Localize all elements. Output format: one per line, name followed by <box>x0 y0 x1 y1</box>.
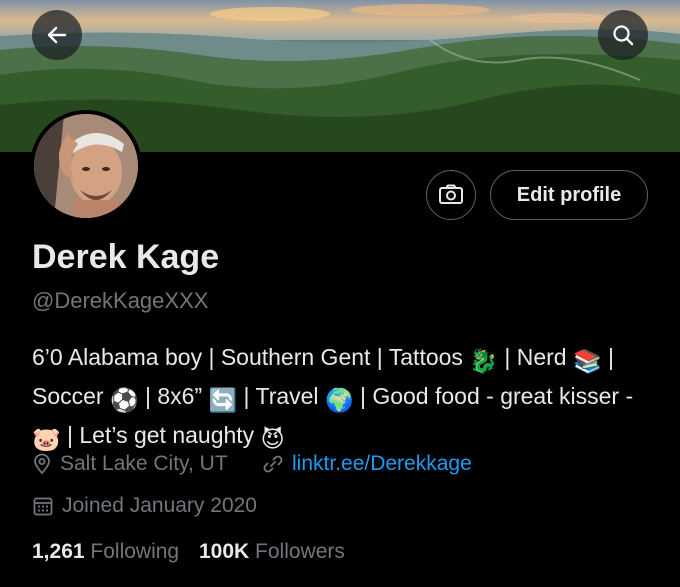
bio-text: | Nerd <box>497 344 573 370</box>
bio-text: | Travel <box>237 383 325 409</box>
followers-label: Followers <box>255 540 345 563</box>
globe-emoji: 🌍 <box>324 387 354 413</box>
following-link[interactable]: 1,261 Following <box>32 540 179 563</box>
location-text: Salt Lake City, UT <box>60 452 228 475</box>
follow-stats: 1,261 Following 100K Followers <box>32 540 345 564</box>
edit-profile-button[interactable]: Edit profile <box>490 170 648 220</box>
bio-text: | Good food - great kisser - <box>353 383 634 409</box>
repeat-emoji: 🔄 <box>208 387 238 413</box>
followers-count: 100K <box>198 540 250 563</box>
camera-icon <box>439 184 463 204</box>
calendar-icon <box>33 497 53 516</box>
dragon-emoji: 🐉 <box>469 348 498 374</box>
edit-profile-label: Edit profile <box>516 183 622 206</box>
camera-button[interactable] <box>426 170 476 220</box>
display-name: Derek Kage <box>32 238 220 276</box>
avatar[interactable] <box>30 110 142 222</box>
followers-link[interactable]: 100K Followers <box>199 540 345 563</box>
soccer-ball-emoji: ⚽ <box>109 387 139 413</box>
bio-text: 6’0 Alabama boy | Southern Gent | Tattoo… <box>32 344 470 370</box>
website[interactable]: linktr.ee/Derekkage <box>262 452 472 476</box>
bio-text: | 8x6” <box>138 383 209 409</box>
following-count: 1,261 <box>32 540 85 563</box>
join-date: Joined January 2020 <box>32 494 257 518</box>
website-link[interactable]: linktr.ee/Derekkage <box>292 452 472 476</box>
link-icon <box>263 455 283 473</box>
location-pin-icon <box>34 453 50 475</box>
avatar-image <box>34 114 138 218</box>
bio: 6’0 Alabama boy | Southern Gent | Tattoo… <box>32 340 662 457</box>
search-icon <box>613 25 634 46</box>
user-handle: @DerekKageXXX <box>32 288 209 313</box>
joined-text: Joined January 2020 <box>62 494 257 517</box>
search-button[interactable] <box>598 10 648 60</box>
books-emoji: 📚 <box>572 348 602 374</box>
location: Salt Lake City, UT <box>32 452 228 476</box>
following-label: Following <box>90 540 180 563</box>
back-button[interactable] <box>32 10 82 60</box>
bio-text: | Let’s get naughty <box>60 422 261 448</box>
arrow-left-icon <box>47 26 67 44</box>
